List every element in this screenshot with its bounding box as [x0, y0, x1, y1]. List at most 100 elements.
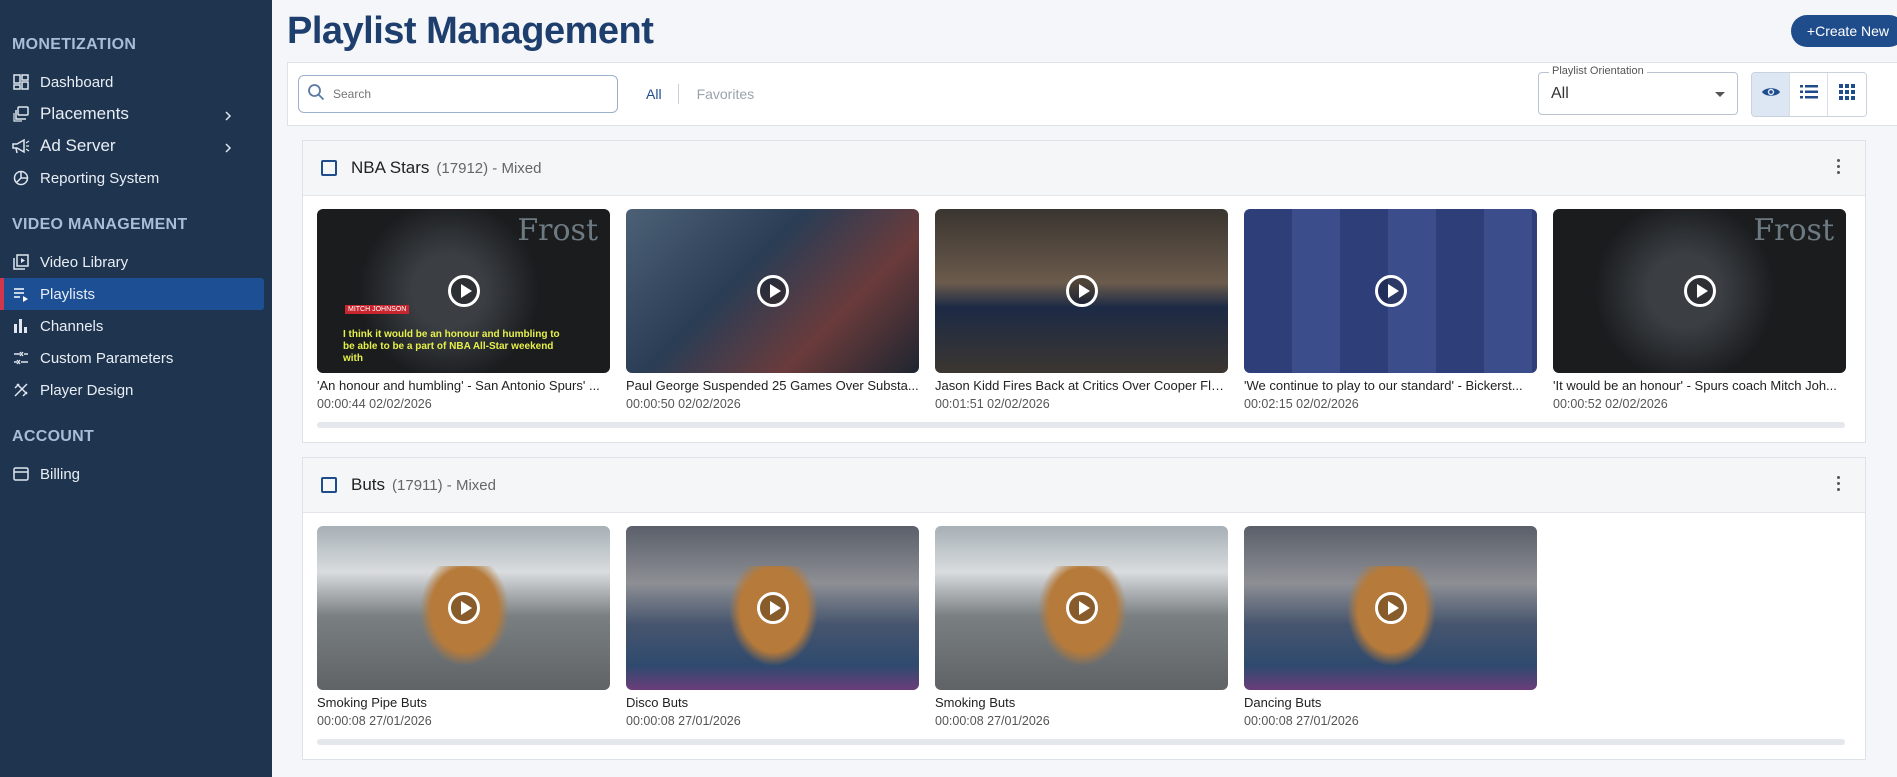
video-thumbnail[interactable] [1244, 526, 1537, 690]
preview-view-button[interactable] [1752, 73, 1790, 116]
thumbnail-watermark: Frost [1753, 213, 1834, 248]
custom-params-icon [12, 349, 30, 367]
video-title: Dancing Buts [1244, 695, 1322, 710]
video-card[interactable]: Jason Kidd Fires Back at Critics Over Co… [935, 209, 1228, 411]
section-video-management: VIDEO MANAGEMENT [12, 216, 188, 233]
video-meta: 00:01:51 02/02/2026 [935, 397, 1050, 411]
video-meta: 00:00:08 27/01/2026 [626, 714, 741, 728]
video-title: Disco Buts [626, 695, 689, 710]
section-monetization: MONETIZATION [12, 36, 137, 53]
page-title: Playlist Management [287, 9, 654, 52]
more-options-icon[interactable] [1837, 476, 1841, 494]
sidebar-item-player-design[interactable]: Player Design [0, 374, 264, 406]
credit-card-icon [12, 465, 30, 483]
search-box[interactable] [298, 75, 618, 113]
play-icon[interactable] [756, 275, 789, 307]
playlist-card: NBA Stars (17912) - Mixed Frost MITCH JO… [302, 140, 1866, 443]
more-options-icon[interactable] [1837, 159, 1841, 177]
video-thumbnail[interactable] [626, 209, 919, 373]
play-icon[interactable] [447, 275, 480, 307]
bar-chart-icon [12, 317, 30, 335]
sidebar-item-label: Dashboard [40, 73, 114, 91]
video-library-icon [12, 253, 30, 271]
video-meta: 00:00:52 02/02/2026 [1553, 397, 1668, 411]
playlist-name: NBA Stars [351, 158, 430, 177]
megaphone-icon [12, 137, 30, 155]
design-tools-icon [12, 381, 30, 399]
video-thumbnail[interactable] [1244, 209, 1537, 373]
sidebar-item-channels[interactable]: Channels [0, 310, 264, 342]
video-meta: 00:00:08 27/01/2026 [935, 714, 1050, 728]
search-input[interactable] [333, 87, 603, 101]
topbar: Playlist Management +Create New [287, 0, 1897, 62]
video-card[interactable]: Dancing Buts 00:00:08 27/01/2026 [1244, 526, 1537, 728]
sidebar-item-playlists[interactable]: Playlists [0, 278, 264, 310]
video-row: Frost MITCH JOHNSON I think it would be … [317, 209, 1851, 411]
list-icon [1799, 85, 1818, 104]
sidebar-item-label: Billing [40, 465, 81, 483]
list-view-button[interactable] [1790, 73, 1828, 116]
sidebar-item-video-library[interactable]: Video Library [0, 246, 264, 278]
create-new-button[interactable]: +Create New [1790, 15, 1897, 47]
video-thumbnail[interactable] [626, 526, 919, 690]
video-card[interactable]: Paul George Suspended 25 Games Over Subs… [626, 209, 919, 411]
playlists-container: NBA Stars (17912) - Mixed Frost MITCH JO… [287, 126, 1897, 777]
play-icon[interactable] [1374, 275, 1407, 307]
tab-favorites[interactable]: Favorites [697, 86, 755, 102]
video-title: 'We continue to play to our standard' - … [1244, 378, 1523, 393]
sidebar-item-billing[interactable]: Billing [0, 458, 264, 490]
video-card[interactable]: Frost 'It would be an honour' - Spurs co… [1553, 209, 1846, 411]
playlist-header: Buts (17911) - Mixed [303, 458, 1865, 513]
sidebar-item-label: Player Design [40, 381, 134, 399]
video-card[interactable]: Smoking Buts 00:00:08 27/01/2026 [935, 526, 1228, 728]
video-card[interactable]: Frost MITCH JOHNSON I think it would be … [317, 209, 610, 411]
sidebar: MONETIZATION Dashboard Placements Ad Ser… [0, 0, 272, 777]
play-icon[interactable] [447, 592, 480, 624]
video-meta: 00:00:08 27/01/2026 [1244, 714, 1359, 728]
playlist-icon [12, 285, 30, 303]
play-icon[interactable] [1065, 592, 1098, 624]
video-title: Smoking Buts [935, 695, 1016, 710]
play-icon[interactable] [1374, 592, 1407, 624]
video-title: Jason Kidd Fires Back at Critics Over Co… [935, 378, 1228, 393]
video-meta: 00:00:08 27/01/2026 [317, 714, 432, 728]
play-icon[interactable] [1683, 275, 1716, 307]
sidebar-item-label: Ad Server [40, 136, 116, 155]
play-icon[interactable] [756, 592, 789, 624]
playlist-meta: (17912) - Mixed [436, 159, 542, 177]
tab-divider [677, 84, 679, 104]
sidebar-item-ad-server[interactable]: Ad Server [0, 130, 264, 162]
sidebar-item-label: Custom Parameters [40, 349, 174, 367]
pie-chart-icon [12, 169, 30, 187]
video-card[interactable]: Disco Buts 00:00:08 27/01/2026 [626, 526, 919, 728]
playlist-header: NBA Stars (17912) - Mixed [303, 141, 1865, 196]
video-card[interactable]: 'We continue to play to our standard' - … [1244, 209, 1537, 411]
video-title: Paul George Suspended 25 Games Over Subs… [626, 378, 919, 393]
grid-icon [1839, 84, 1855, 105]
orientation-select[interactable]: Playlist Orientation All [1538, 65, 1738, 115]
video-thumbnail[interactable] [317, 526, 610, 690]
play-icon[interactable] [1065, 275, 1098, 307]
sidebar-item-placements[interactable]: Placements [0, 98, 264, 130]
horizontal-scrollbar[interactable] [317, 422, 1845, 428]
sidebar-item-dashboard[interactable]: Dashboard [0, 66, 264, 98]
playlist-checkbox[interactable] [321, 160, 337, 176]
video-card[interactable]: Smoking Pipe Buts 00:00:08 27/01/2026 [317, 526, 610, 728]
tab-all[interactable]: All [646, 86, 662, 102]
sidebar-item-custom-parameters[interactable]: Custom Parameters [0, 342, 264, 374]
sidebar-item-reporting-system[interactable]: Reporting System [0, 162, 264, 194]
video-thumbnail[interactable] [935, 209, 1228, 373]
grid-view-button[interactable] [1828, 73, 1866, 116]
video-thumbnail[interactable]: Frost MITCH JOHNSON I think it would be … [317, 209, 610, 373]
placements-icon [12, 105, 30, 123]
sidebar-item-label: Placements [40, 104, 129, 123]
playlist-checkbox[interactable] [321, 477, 337, 493]
playlist-body: Smoking Pipe Buts 00:00:08 27/01/2026 Di… [303, 513, 1865, 759]
search-icon [307, 83, 325, 106]
dashboard-icon [12, 73, 30, 91]
horizontal-scrollbar[interactable] [317, 739, 1845, 745]
playlist-meta: (17911) - Mixed [392, 476, 496, 494]
video-thumbnail[interactable]: Frost [1553, 209, 1846, 373]
thumbnail-subtitle: I think it would be an honour and humbli… [343, 329, 560, 364]
video-thumbnail[interactable] [935, 526, 1228, 690]
